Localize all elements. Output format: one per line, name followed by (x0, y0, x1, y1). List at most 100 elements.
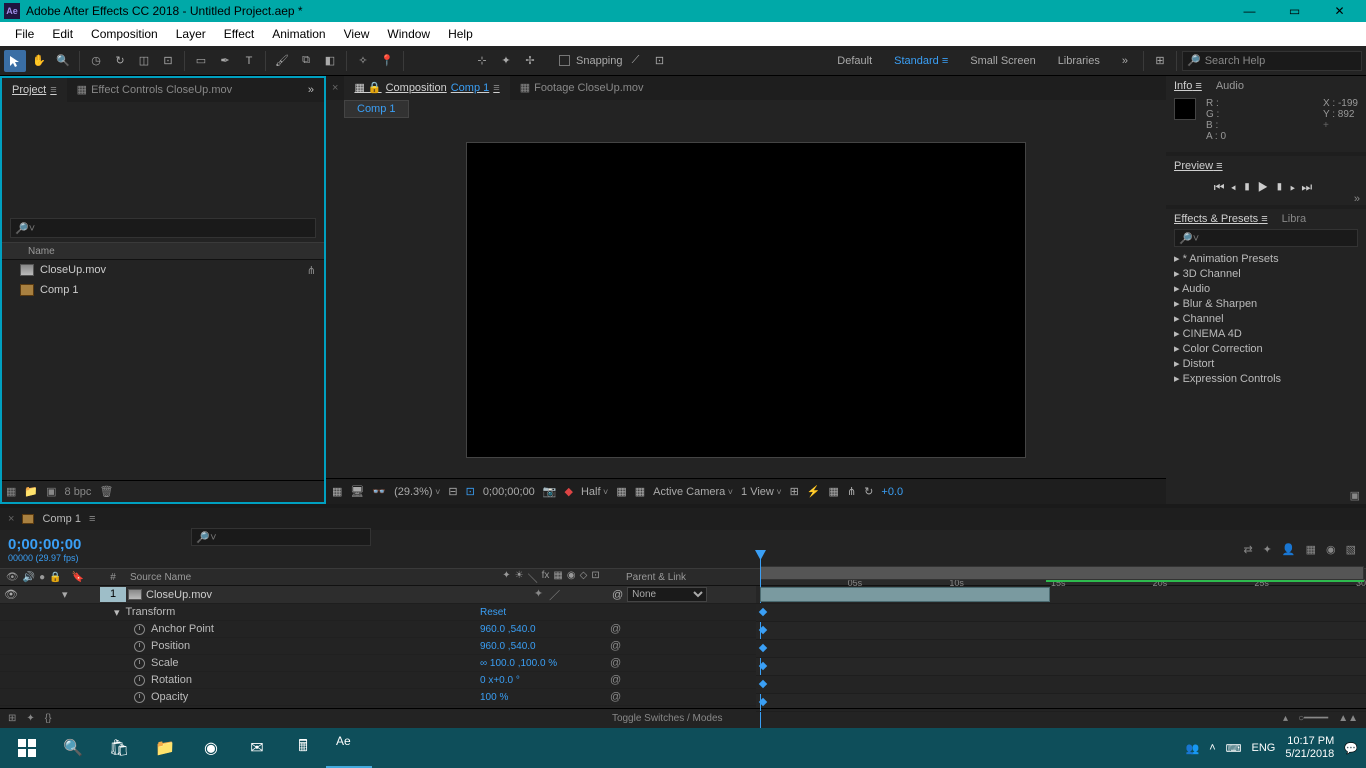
prev-frame-button[interactable]: ◂▮ (1231, 180, 1258, 194)
twirl-icon[interactable]: ▾ (114, 606, 120, 619)
tab-footage[interactable]: ▦ Footage CloseUp.mov (510, 76, 654, 100)
project-search-input[interactable]: 🔎˅ (10, 218, 316, 238)
panel-menu-icon[interactable]: ≡ (50, 78, 56, 102)
stopwatch-icon[interactable] (134, 624, 145, 635)
timeline-tab[interactable]: Comp 1 (42, 513, 81, 525)
effects-category[interactable]: ▸ 3D Channel (1166, 266, 1366, 281)
new-bin-icon[interactable]: ▣ (1166, 487, 1366, 504)
tab-info[interactable]: Info ≡ (1174, 80, 1202, 92)
tab-effect-controls[interactable]: ▦ Effect Controls CloseUp.mov (67, 78, 242, 102)
close-tab-icon[interactable]: × (8, 513, 14, 525)
effects-category[interactable]: ▸ CINEMA 4D (1166, 326, 1366, 341)
expression-pickwhip-icon[interactable]: @ (610, 623, 750, 635)
expression-pickwhip-icon[interactable]: @ (610, 674, 750, 686)
world-axis-icon[interactable]: ✦ (495, 50, 517, 72)
menu-help[interactable]: Help (439, 22, 482, 46)
close-tab-icon[interactable]: × (326, 82, 344, 94)
type-tool[interactable]: T (238, 50, 260, 72)
panel-overflow-icon[interactable]: » (1354, 193, 1360, 205)
hand-tool[interactable]: ✋ (28, 50, 50, 72)
channels-icon[interactable]: ◆ (565, 485, 573, 498)
menu-layer[interactable]: Layer (167, 22, 215, 46)
flowchart-icon[interactable]: ⋔ (307, 264, 316, 277)
start-button[interactable] (4, 728, 50, 768)
taskbar-chrome-icon[interactable]: ◉ (188, 728, 234, 768)
zoom-out-icon[interactable]: ▴ (1283, 713, 1288, 724)
panel-overflow-icon[interactable]: » (298, 78, 324, 102)
effects-category[interactable]: ▸ Blur & Sharpen (1166, 296, 1366, 311)
taskbar-mail-icon[interactable]: ✉ (234, 728, 280, 768)
comp-breadcrumb-item[interactable]: Comp 1 (344, 100, 409, 118)
solo-col-icon[interactable]: ● (39, 572, 45, 583)
bpc-label[interactable]: 8 bpc (65, 486, 92, 498)
workspace-default[interactable]: Default (827, 55, 882, 67)
menu-effect[interactable]: Effect (215, 22, 263, 46)
tab-preview[interactable]: Preview ≡ (1174, 160, 1223, 172)
reset-exposure-icon[interactable]: ↻ (864, 485, 873, 498)
project-item-comp[interactable]: Comp 1 (2, 280, 324, 300)
exposure-value[interactable]: +0.0 (881, 486, 903, 498)
effects-category[interactable]: ▸ Expression Controls (1166, 371, 1366, 386)
effects-category[interactable]: ▸ Distort (1166, 356, 1366, 371)
property-row[interactable]: Scale∞ 100.0 ,100.0 %@ (0, 655, 756, 672)
motion-blur-icon[interactable]: ◉ (1326, 543, 1336, 556)
zoom-tool[interactable]: 🔍 (52, 50, 74, 72)
menu-composition[interactable]: Composition (82, 22, 167, 46)
project-column-name[interactable]: Name (2, 242, 324, 260)
selection-tool[interactable] (4, 50, 26, 72)
menu-edit[interactable]: Edit (43, 22, 82, 46)
tab-effects-presets[interactable]: Effects & Presets ≡ (1174, 213, 1268, 225)
roi-icon[interactable]: ⊡ (466, 485, 475, 498)
rectangle-tool[interactable]: ▭ (190, 50, 212, 72)
interpret-footage-icon[interactable]: ▦ (6, 485, 16, 498)
toggle-switches-icon[interactable]: ⊞ (8, 713, 16, 724)
menu-view[interactable]: View (335, 22, 379, 46)
panel-menu-icon[interactable]: ≡ (493, 76, 499, 100)
orbit-tool[interactable]: ◷ (85, 50, 107, 72)
property-row[interactable]: Position960.0 ,540.0@ (0, 638, 756, 655)
frame-blend-icon[interactable]: ▦ (1306, 543, 1316, 556)
workspace-overflow-icon[interactable]: » (1112, 55, 1138, 67)
clone-tool[interactable]: ⧉ (295, 50, 317, 72)
property-row[interactable]: Opacity100 %@ (0, 689, 756, 706)
search-help-input[interactable]: 🔎 Search Help (1182, 51, 1362, 71)
puppet-tool[interactable]: 📍 (376, 50, 398, 72)
lock-col-icon[interactable]: 🔒 (49, 572, 61, 583)
property-row[interactable]: Rotation0 x+0.0 °@ (0, 672, 756, 689)
expression-pickwhip-icon[interactable]: @ (610, 657, 750, 669)
new-comp-icon[interactable]: ▣ (46, 485, 56, 498)
workspace-standard[interactable]: Standard ≡ (884, 55, 958, 67)
timeline-icon[interactable]: ▦ (829, 485, 839, 498)
snapshot-icon[interactable]: 📷 (543, 485, 557, 498)
mask-icon[interactable]: 👓 (372, 485, 386, 498)
reset-switch-icon[interactable]: ✦ (534, 587, 543, 603)
taskbar-store-icon[interactable]: 🛍 (96, 728, 142, 768)
timeline-search-input[interactable]: 🔎˅ (191, 528, 371, 546)
timeline-tracks[interactable] (756, 586, 1366, 708)
first-frame-button[interactable]: ⏮ (1214, 180, 1231, 194)
expression-pickwhip-icon[interactable]: @ (610, 640, 750, 652)
next-frame-button[interactable]: ▮▸ (1274, 180, 1301, 194)
view-axis-icon[interactable]: ✢ (519, 50, 541, 72)
taskbar-calculator-icon[interactable]: 🖩 (280, 728, 326, 768)
fast-preview-icon[interactable]: ⚡ (807, 485, 821, 498)
shy-icon[interactable]: 👤 (1282, 543, 1296, 556)
resolution-dropdown[interactable]: Half (581, 486, 608, 498)
alpha-icon[interactable]: ▦ (332, 485, 342, 498)
workspace-libraries[interactable]: Libraries (1048, 55, 1110, 67)
brush-tool[interactable]: 🖌 (271, 50, 293, 72)
video-col-icon[interactable]: 👁 (6, 572, 19, 583)
people-icon[interactable]: 👥 (1185, 742, 1199, 755)
col-source-name[interactable]: Source Name (126, 572, 486, 583)
tab-composition[interactable]: ▦ 🔒 Composition Comp 1 ≡ (344, 76, 509, 100)
snapping-checkbox[interactable] (559, 55, 570, 66)
camera-dropdown[interactable]: Active Camera (653, 486, 733, 498)
minimize-button[interactable]: — (1227, 0, 1272, 22)
label-col-icon[interactable]: 🔖 (72, 572, 84, 583)
delete-icon[interactable]: 🗑 (99, 485, 113, 498)
zoom-in-icon[interactable]: ▲▲ (1338, 713, 1358, 724)
workspace-smallscreen[interactable]: Small Screen (960, 55, 1045, 67)
parent-dropdown[interactable]: None (627, 587, 707, 602)
layer-row[interactable]: 👁▾ 1 CloseUp.mov ✦／ @None (0, 586, 756, 604)
menu-animation[interactable]: Animation (263, 22, 334, 46)
